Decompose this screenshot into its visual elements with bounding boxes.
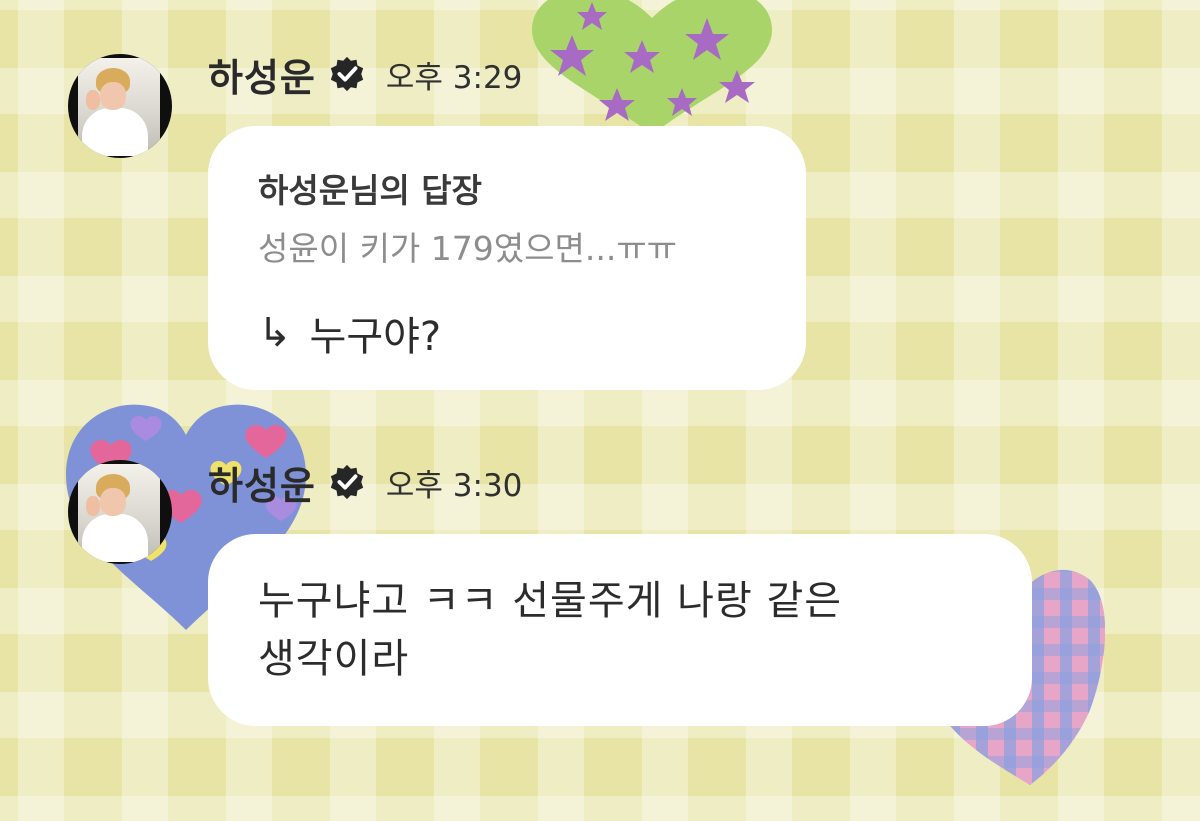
profile-photo (78, 58, 160, 156)
message-header: 하성운 오후 3:29 (208, 50, 523, 100)
quoted-message: 성윤이 키가 179였으면...ㅠㅠ (258, 229, 678, 268)
reply-line: ↳ 누구야? (258, 304, 756, 362)
verified-badge-icon (330, 464, 364, 500)
message-header: 하성운 오후 3:30 (208, 458, 523, 508)
avatar[interactable] (68, 460, 172, 564)
message-bubble[interactable]: 누구냐고 ㅋㅋ 선물주게 나랑 같은 생각이라 (208, 534, 1032, 726)
reply-arrow-icon: ↳ (258, 310, 292, 356)
reply-title: 하성운님의 답장 (258, 171, 483, 210)
reply-message-bubble[interactable]: 하성운님의 답장 성윤이 키가 179였으면...ㅠㅠ ↳ 누구야? (208, 126, 806, 390)
sender-name[interactable]: 하성운 (208, 47, 316, 102)
avatar[interactable] (68, 54, 172, 158)
verified-badge-icon (330, 56, 364, 92)
profile-photo (78, 464, 160, 562)
timestamp: 오후 3:29 (385, 59, 523, 96)
reply-text: 누구야? (309, 314, 442, 360)
message-text: 누구냐고 ㅋㅋ 선물주게 나랑 같은 생각이라 (258, 578, 843, 682)
green-star-heart-sticker (532, 0, 772, 135)
timestamp: 오후 3:30 (385, 467, 523, 504)
sender-name[interactable]: 하성운 (208, 455, 316, 510)
